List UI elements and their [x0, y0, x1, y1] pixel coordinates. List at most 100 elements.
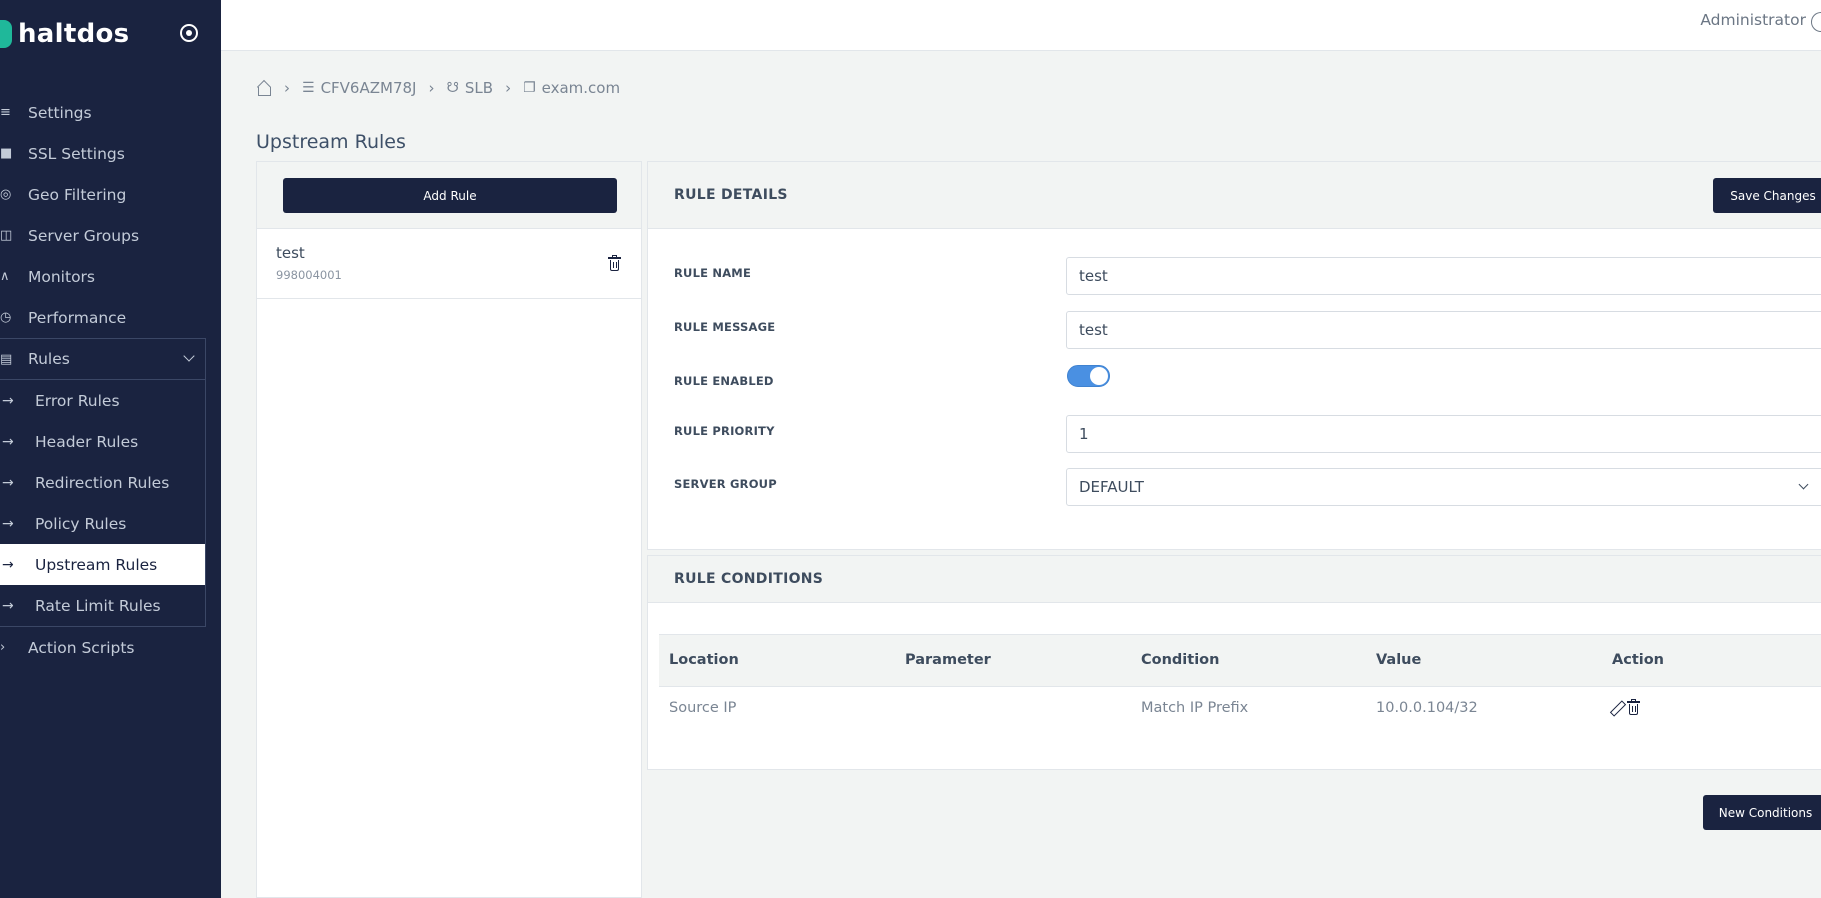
server-icon: ◫: [0, 227, 13, 243]
rule-message-field[interactable]: test: [1066, 311, 1821, 349]
rule-enabled-label: RULE ENABLED: [674, 374, 774, 388]
sidebar-item-label: Rate Limit Rules: [35, 596, 161, 615]
rule-conditions-title: RULE CONDITIONS: [674, 571, 824, 587]
sidebar-item-settings[interactable]: ≡ Settings: [0, 92, 221, 133]
sidebar-item-label: Header Rules: [35, 432, 139, 451]
breadcrumb-item-cluster[interactable]: CFV6AZM78J: [321, 79, 417, 97]
sidebar-item-rate-limit-rules[interactable]: → Rate Limit Rules: [0, 585, 205, 626]
sidebar-item-label: Performance: [28, 308, 127, 327]
rule-enabled-toggle[interactable]: [1067, 365, 1110, 387]
lock-icon: ■: [0, 145, 13, 161]
sidebar-toggle-icon[interactable]: [180, 24, 198, 42]
cell-value: 10.0.0.104/32: [1376, 700, 1478, 716]
sidebar-item-redirection-rules[interactable]: → Redirection Rules: [0, 462, 205, 503]
home-icon[interactable]: [256, 81, 272, 96]
sidebar-item-monitors[interactable]: ∧ Monitors: [0, 256, 221, 297]
sidebar-item-policy-rules[interactable]: → Policy Rules: [0, 503, 205, 544]
arrow-right-icon: →: [2, 392, 14, 409]
chevron-down-icon: [183, 350, 195, 362]
pulse-icon: ∧: [0, 268, 10, 284]
brand-logo[interactable]: haltdos: [0, 14, 129, 54]
arrow-right-icon: →: [2, 597, 14, 614]
rule-item-name: test: [276, 244, 305, 262]
sidebar-item-label: Action Scripts: [28, 638, 135, 657]
sidebar-item-performance[interactable]: ◷ Performance: [0, 297, 221, 338]
rule-message-label: RULE MESSAGE: [674, 320, 776, 334]
script-icon: ›: [0, 639, 6, 655]
arrow-right-icon: →: [2, 433, 14, 450]
page-title: Upstream Rules: [256, 131, 406, 153]
rule-name-field[interactable]: test: [1066, 257, 1821, 295]
sidebar-item-server-groups[interactable]: ◫ Server Groups: [0, 215, 221, 256]
breadcrumb-item-slb[interactable]: SLB: [465, 79, 493, 97]
rule-message-value: test: [1079, 321, 1108, 339]
rule-priority-label: RULE PRIORITY: [674, 424, 775, 438]
trash-icon[interactable]: [608, 255, 621, 271]
table-header: Location Parameter Condition Value Actio…: [659, 634, 1821, 687]
sidebar-item-error-rules[interactable]: → Error Rules: [0, 380, 205, 421]
window-icon: ❐: [523, 80, 536, 96]
rule-name-value: test: [1079, 267, 1108, 285]
server-group-label: SERVER GROUP: [674, 477, 777, 491]
sidebar-item-label: Rules: [28, 350, 70, 368]
sidebar-item-ssl-settings[interactable]: ■ SSL Settings: [0, 133, 221, 174]
pencil-icon[interactable]: [1610, 701, 1624, 715]
cell-location: Source IP: [669, 700, 737, 716]
sitemap-icon: ☋: [446, 80, 459, 96]
sidebar-item-label: Geo Filtering: [28, 185, 127, 204]
sidebar-item-label: Policy Rules: [35, 514, 127, 533]
column-header-value: Value: [1376, 652, 1422, 668]
sidebar-item-label: Upstream Rules: [35, 555, 158, 574]
sidebar-item-header-rules[interactable]: → Header Rules: [0, 421, 205, 462]
column-header-parameter: Parameter: [905, 652, 991, 668]
sidebar-item-action-scripts[interactable]: › Action Scripts: [0, 627, 221, 668]
sidebar-item-label: Redirection Rules: [35, 473, 170, 492]
table-row: Source IP Match IP Prefix 10.0.0.104/32: [659, 687, 1821, 732]
list-item[interactable]: test 998004001: [257, 229, 641, 299]
sidebar-item-label: Error Rules: [35, 391, 120, 410]
rule-priority-field[interactable]: 1: [1066, 415, 1821, 453]
globe-icon: ◎: [0, 186, 12, 202]
logo-mark-icon: [0, 20, 12, 48]
user-menu[interactable]: Administrator: [1700, 11, 1806, 29]
conditions-table: Location Parameter Condition Value Actio…: [659, 634, 1821, 732]
column-header-action: Action: [1612, 652, 1665, 668]
sidebar-item-upstream-rules[interactable]: → Upstream Rules: [0, 544, 205, 585]
breadcrumb-separator: ›: [505, 79, 512, 97]
rules-list-header: Add Rule: [257, 162, 641, 229]
rule-conditions-header: RULE CONDITIONS: [648, 556, 1821, 603]
cell-condition: Match IP Prefix: [1141, 700, 1249, 716]
top-bar: Administrator: [221, 0, 1821, 51]
add-rule-button[interactable]: Add Rule: [283, 178, 617, 213]
rule-item-id: 998004001: [276, 268, 342, 282]
sidebar-item-label: Server Groups: [28, 226, 140, 245]
layers-icon: ☰: [302, 80, 315, 96]
sidebar-nav: ≡ Settings ■ SSL Settings ◎ Geo Filterin…: [0, 92, 221, 668]
save-changes-button[interactable]: Save Changes: [1713, 178, 1821, 213]
rule-details-panel: RULE DETAILS Save Changes RULE NAME test…: [647, 161, 1821, 550]
sidebar-item-geo-filtering[interactable]: ◎ Geo Filtering: [0, 174, 221, 215]
column-header-condition: Condition: [1141, 652, 1220, 668]
sliders-icon: ≡: [0, 104, 11, 120]
server-group-select[interactable]: DEFAULT: [1066, 468, 1821, 506]
document-icon: ▤: [0, 351, 13, 367]
stopwatch-icon: ◷: [0, 309, 12, 325]
user-avatar-icon[interactable]: [1811, 12, 1821, 32]
sidebar-rules-group: ▤ Rules → Error Rules → Header Rules → R…: [0, 338, 206, 627]
sidebar-item-label: SSL Settings: [28, 144, 125, 163]
sidebar-item-label: Monitors: [28, 267, 95, 286]
rule-details-header: RULE DETAILS Save Changes: [648, 162, 1821, 229]
trash-icon[interactable]: [1627, 699, 1640, 715]
breadcrumb-item-domain[interactable]: exam.com: [542, 79, 620, 97]
brand-name: haltdos: [18, 19, 130, 49]
chevron-down-icon: [1798, 479, 1809, 490]
new-conditions-button[interactable]: New Conditions: [1703, 795, 1821, 830]
sidebar-item-rules[interactable]: ▤ Rules: [0, 339, 205, 380]
sidebar-item-label: Settings: [28, 103, 92, 122]
arrow-right-icon: →: [2, 515, 14, 532]
rule-conditions-panel: RULE CONDITIONS Location Parameter Condi…: [647, 555, 1821, 770]
toggle-knob: [1090, 367, 1108, 385]
column-header-location: Location: [669, 652, 739, 668]
rule-details-title: RULE DETAILS: [674, 187, 788, 203]
server-group-value: DEFAULT: [1079, 478, 1144, 496]
